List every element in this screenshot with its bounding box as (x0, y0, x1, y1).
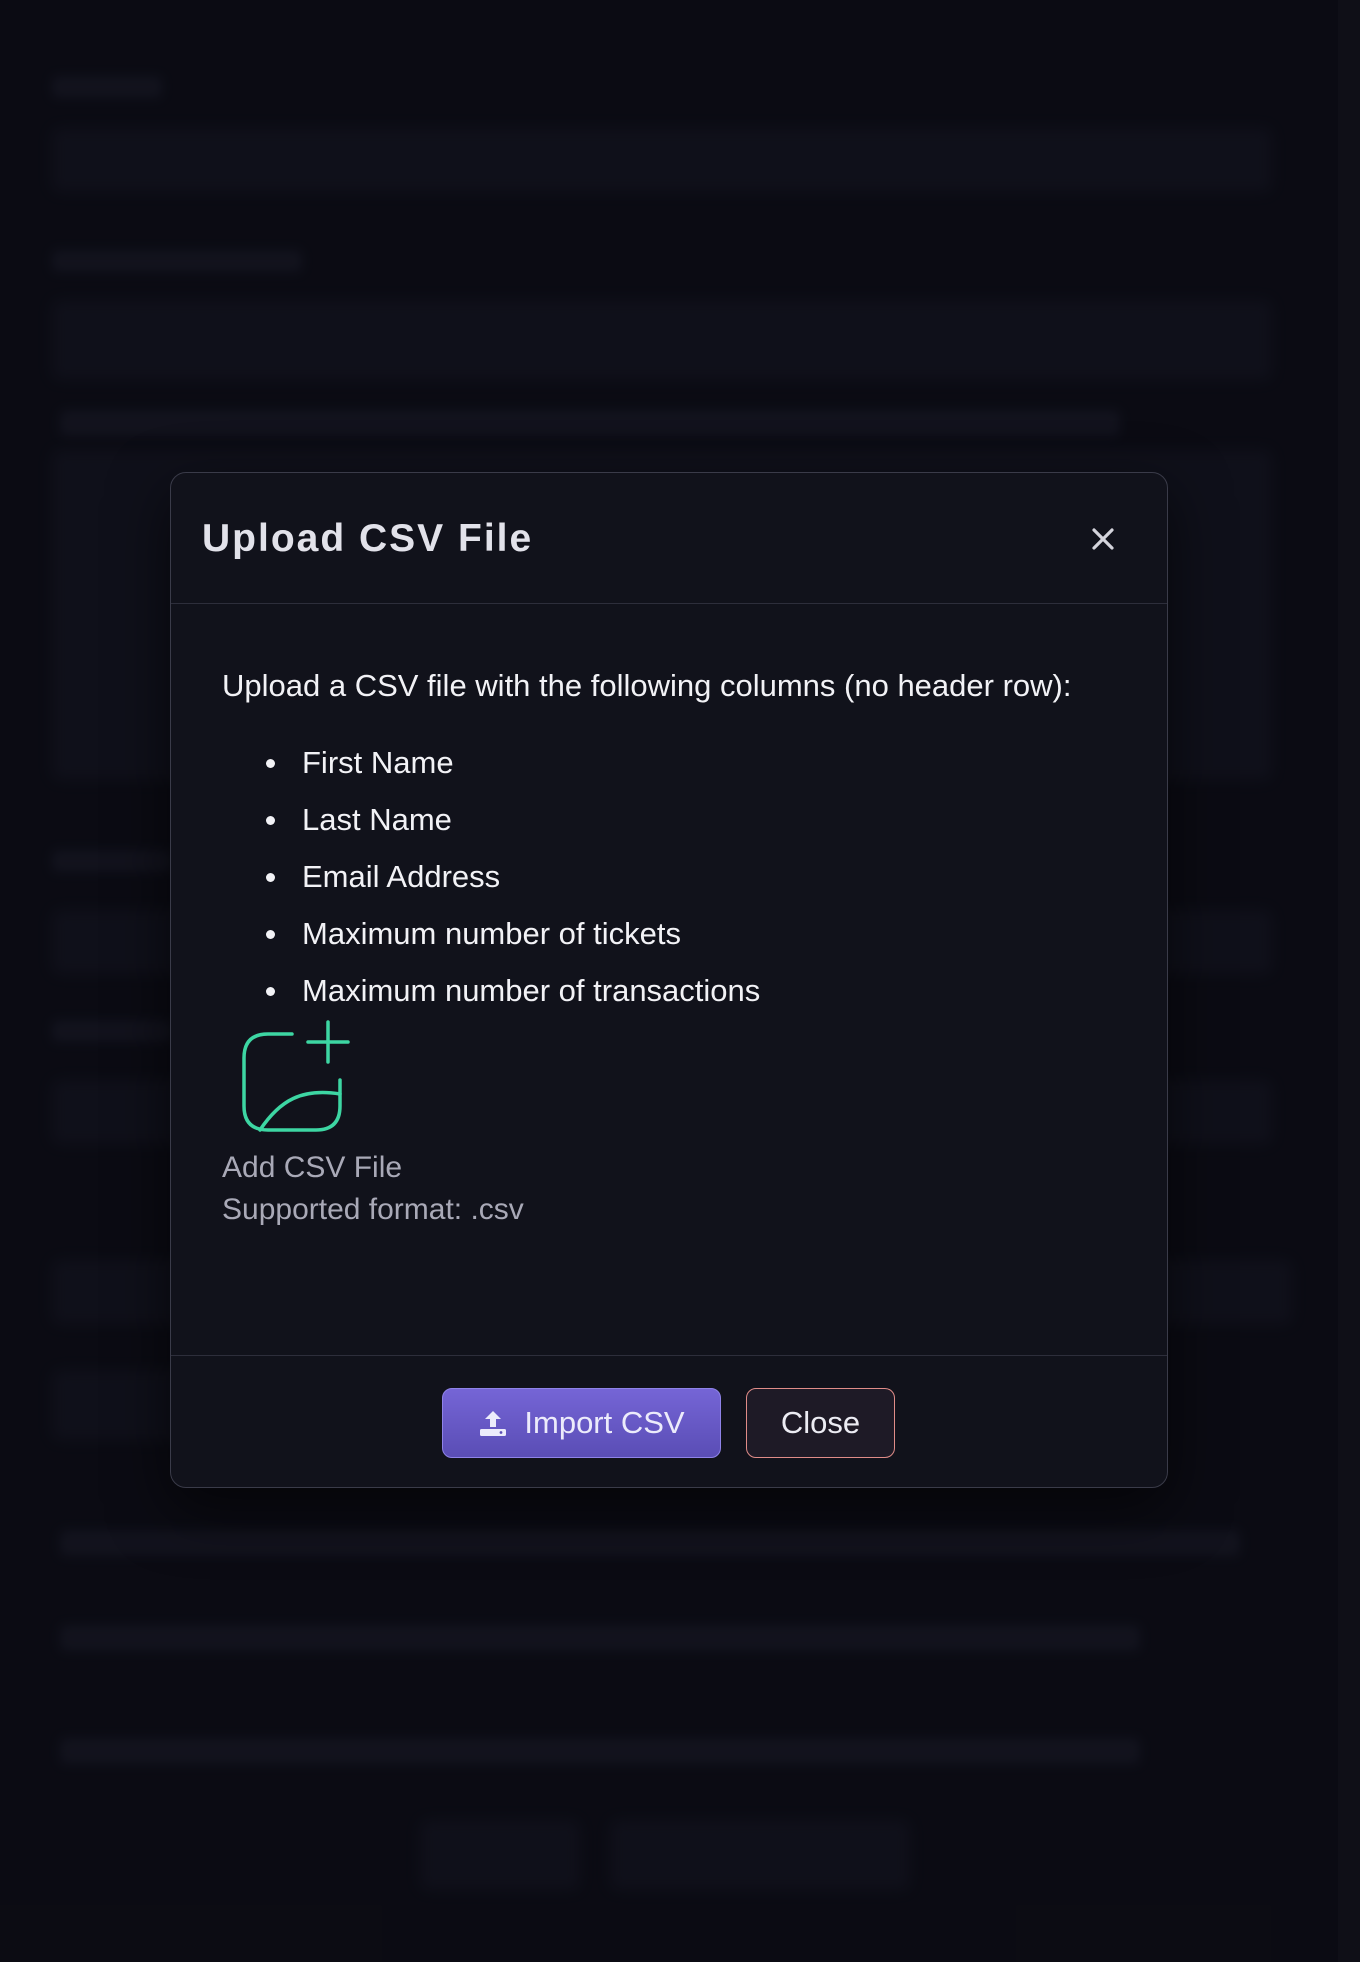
upload-icon (480, 1411, 507, 1436)
bullet (266, 987, 275, 996)
add-csv-file-dropzone[interactable]: Add CSV File Supported format: .csv (222, 1018, 642, 1228)
bullet (266, 816, 275, 825)
list-item: First Name (222, 734, 760, 791)
column-name: Maximum number of tickets (302, 916, 681, 951)
column-name: First Name (302, 745, 454, 780)
upload-csv-modal: Upload CSV File Upload a CSV file with t… (170, 472, 1168, 1488)
supported-format-text: Supported format: .csv (222, 1193, 524, 1226)
modal-title: Upload CSV File (202, 517, 534, 560)
add-file-label[interactable]: Add CSV File (222, 1151, 402, 1185)
instructions-text: Upload a CSV file with the following col… (222, 668, 1072, 703)
list-item: Maximum number of tickets (222, 905, 760, 962)
import-csv-button[interactable]: Import CSV (442, 1388, 721, 1458)
list-item: Last Name (222, 791, 760, 848)
close-icon[interactable] (1083, 519, 1123, 559)
column-name: Email Address (302, 859, 501, 894)
close-button-label: Close (780, 1405, 861, 1440)
modal-footer: Import CSV Close (171, 1355, 1167, 1487)
list-item: Maximum number of transactions (222, 962, 760, 1019)
bullet (266, 873, 275, 882)
column-name: Last Name (302, 802, 452, 837)
column-list: First Name Last Name Email Address Maxim… (222, 734, 760, 1019)
import-csv-label: Import CSV (524, 1405, 685, 1440)
add-image-icon[interactable] (230, 1018, 350, 1138)
bullet (266, 930, 275, 939)
modal-body: Upload a CSV file with the following col… (171, 604, 1167, 1354)
column-name: Maximum number of transactions (302, 973, 761, 1008)
close-button[interactable]: Close (746, 1388, 895, 1458)
modal-header: Upload CSV File (171, 473, 1167, 604)
bullet (266, 759, 275, 768)
list-item: Email Address (222, 848, 760, 905)
page: Upload CSV File Upload a CSV file with t… (0, 0, 1360, 1962)
